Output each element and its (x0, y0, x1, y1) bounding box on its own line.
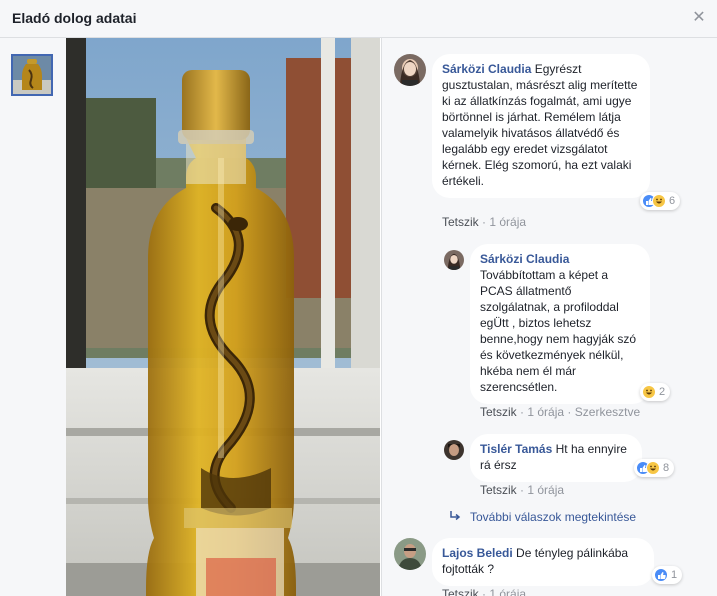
reply-meta: Tetszik · 1 órája (480, 483, 565, 497)
haha-reaction-icon (652, 194, 666, 208)
like-link[interactable]: Tetszik (442, 215, 479, 229)
dialog-header: Eladó dolog adatai ✕ (0, 0, 717, 38)
photo-thumbnail[interactable] (11, 54, 53, 96)
edited-label[interactable]: Szerkesztve (575, 405, 640, 419)
like-link[interactable]: Tetszik (480, 483, 517, 497)
reply-author[interactable]: Tislér Tamás (480, 442, 552, 456)
reaction-count: 8 (663, 462, 670, 474)
haha-reaction-icon (646, 461, 660, 475)
avatar[interactable] (444, 440, 464, 460)
reply-bubble: Sárközi Claudia Továbbítottam a képet a … (470, 244, 650, 404)
view-more-replies-link[interactable]: További válaszok megtekintése (470, 510, 636, 524)
thumbnail-column (0, 38, 66, 596)
comment-meta: Tetszik · 1 órája (442, 587, 526, 596)
comment-author[interactable]: Sárközi Claudia (442, 62, 531, 76)
reaction-count: 2 (659, 386, 666, 398)
comment-bubble: Sárközi Claudia Egyrészt gusztustalan, m… (432, 54, 650, 198)
comments-panel: Sárközi Claudia Egyrészt gusztustalan, m… (381, 38, 717, 596)
reply-bubble: Tislér Tamás Ht ha ennyire rá érsz (470, 434, 642, 482)
reaction-summary[interactable]: 6 (640, 192, 681, 210)
user-avatar-image (444, 440, 464, 460)
timestamp[interactable]: 1 órája (527, 405, 564, 419)
listing-photo (66, 38, 380, 596)
avatar[interactable] (394, 54, 426, 86)
close-icon[interactable]: ✕ (689, 8, 709, 28)
user-avatar-image (394, 54, 426, 86)
bottle-thumbnail-image (13, 56, 51, 94)
bottle-photo-image (66, 38, 380, 596)
reaction-count: 1 (671, 569, 678, 581)
like-link[interactable]: Tetszik (480, 405, 517, 419)
haha-reaction-icon (642, 385, 656, 399)
reply-text: Továbbítottam a képet a PCAS állatmentő … (480, 268, 637, 394)
like-reaction-icon (654, 568, 668, 582)
reply-meta: Tetszik · 1 órája · Szerkesztve (480, 405, 641, 419)
dialog-title: Eladó dolog adatai (12, 10, 137, 26)
comment-bubble: Lajos Beledi De tényleg pálinkába fojtot… (432, 538, 654, 586)
reaction-summary[interactable]: 2 (640, 383, 671, 401)
reply-arrow-icon (450, 511, 461, 521)
user-avatar-image (444, 250, 464, 270)
reaction-count: 6 (669, 195, 676, 207)
comment-text: Egyrészt gusztustalan, másrészt alig mer… (442, 62, 638, 188)
timestamp[interactable]: 1 órája (489, 215, 526, 229)
like-link[interactable]: Tetszik (442, 587, 479, 596)
avatar[interactable] (394, 538, 426, 570)
comment-author[interactable]: Lajos Beledi (442, 546, 513, 560)
reaction-summary[interactable]: 8 (634, 459, 675, 477)
timestamp[interactable]: 1 órája (527, 483, 564, 497)
avatar[interactable] (444, 250, 464, 270)
reply-author[interactable]: Sárközi Claudia (480, 251, 638, 267)
timestamp[interactable]: 1 órája (489, 587, 526, 596)
reaction-summary[interactable]: 1 (652, 566, 683, 584)
user-avatar-image (394, 538, 426, 570)
comment-meta: Tetszik · 1 órája (442, 215, 527, 229)
